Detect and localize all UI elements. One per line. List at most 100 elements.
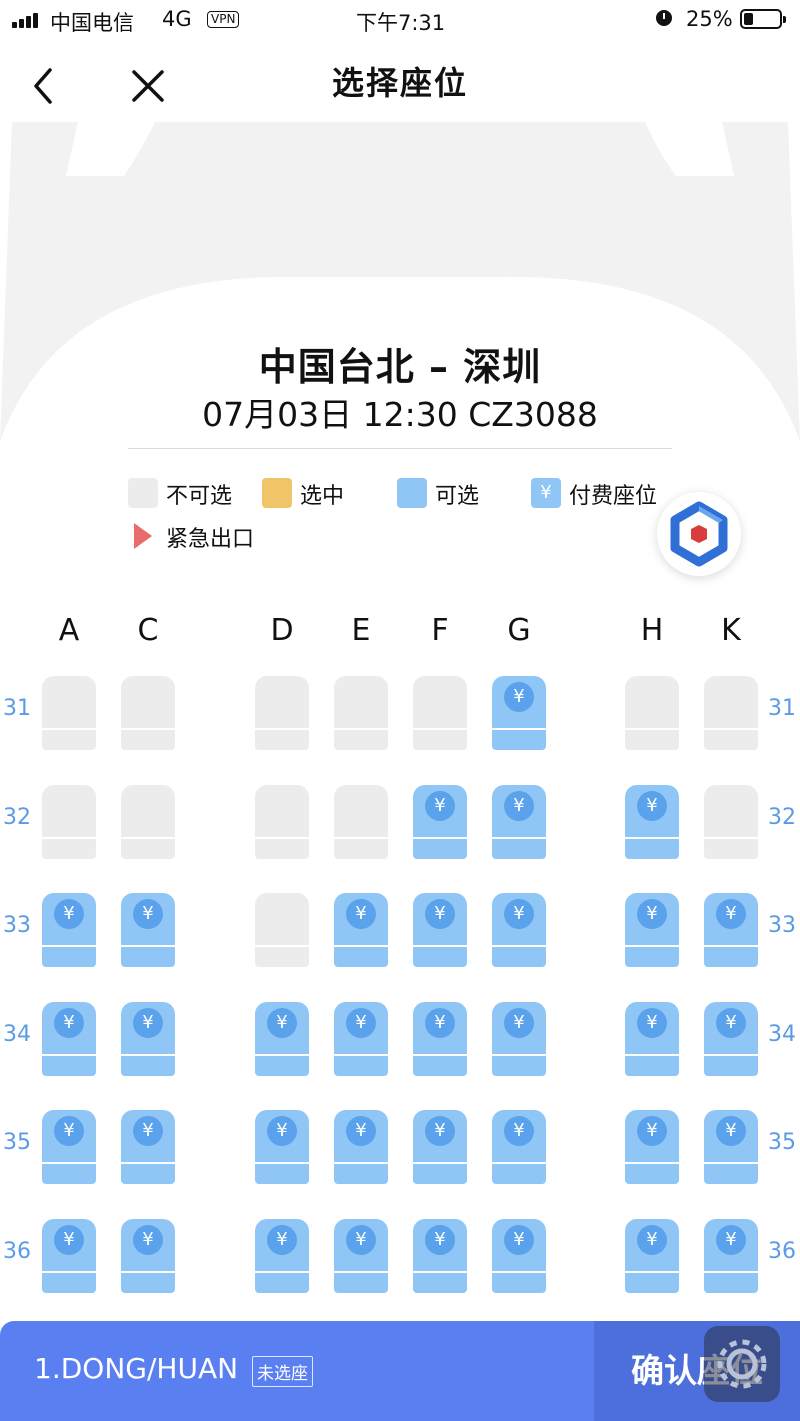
- seat-34e[interactable]: ¥: [334, 1002, 388, 1076]
- seat-35a[interactable]: ¥: [42, 1110, 96, 1184]
- seat-31k: [704, 676, 758, 750]
- seat-32a: [42, 785, 96, 859]
- seat-33f[interactable]: ¥: [413, 893, 467, 967]
- column-label-h: H: [640, 613, 664, 648]
- seat-31a: [42, 676, 96, 750]
- row-label-left: 31: [3, 696, 31, 721]
- seat-31g[interactable]: ¥: [492, 676, 546, 750]
- yen-icon: ¥: [425, 1116, 455, 1146]
- yen-icon: ¥: [425, 1225, 455, 1255]
- yen-icon: ¥: [531, 478, 561, 508]
- yen-icon: ¥: [716, 1116, 746, 1146]
- legend-available-swatch: [397, 478, 427, 508]
- seat-33c[interactable]: ¥: [121, 893, 175, 967]
- seat-34g[interactable]: ¥: [492, 1002, 546, 1076]
- yen-icon: ¥: [504, 1008, 534, 1038]
- row-label-left: 34: [3, 1022, 31, 1047]
- seat-33h[interactable]: ¥: [625, 893, 679, 967]
- column-label-g: G: [507, 613, 531, 648]
- carrier-label: 中国电信: [50, 11, 134, 35]
- seat-35g[interactable]: ¥: [492, 1110, 546, 1184]
- seat-33a[interactable]: ¥: [42, 893, 96, 967]
- cabin-outline: [0, 122, 800, 1322]
- signal-icon: [12, 12, 44, 28]
- row-label-right: 33: [768, 913, 796, 938]
- column-label-c: C: [137, 613, 159, 648]
- yen-icon: ¥: [637, 1225, 667, 1255]
- seat-32e: [334, 785, 388, 859]
- divider: [128, 448, 672, 449]
- seat-36d[interactable]: ¥: [255, 1219, 309, 1293]
- yen-icon: ¥: [637, 1116, 667, 1146]
- seat-35f[interactable]: ¥: [413, 1110, 467, 1184]
- seat-36c[interactable]: ¥: [121, 1219, 175, 1293]
- yen-icon: ¥: [716, 1225, 746, 1255]
- battery-icon: [740, 9, 786, 29]
- page-title: 选择座位: [331, 64, 468, 102]
- yen-icon: ¥: [425, 1008, 455, 1038]
- yen-icon: ¥: [637, 899, 667, 929]
- floating-action-button[interactable]: [657, 492, 741, 576]
- row-label-right: 35: [768, 1130, 796, 1155]
- seat-34k[interactable]: ¥: [704, 1002, 758, 1076]
- battery-percent: 25%: [686, 7, 733, 31]
- yen-icon: ¥: [504, 1116, 534, 1146]
- seat-32h[interactable]: ¥: [625, 785, 679, 859]
- settings-overlay-button[interactable]: [704, 1326, 780, 1402]
- seat-36f[interactable]: ¥: [413, 1219, 467, 1293]
- row-label-left: 36: [3, 1239, 31, 1264]
- seat-36e[interactable]: ¥: [334, 1219, 388, 1293]
- row-label-right: 32: [768, 805, 796, 830]
- column-label-a: A: [58, 613, 80, 648]
- seat-36k[interactable]: ¥: [704, 1219, 758, 1293]
- yen-icon: ¥: [133, 1225, 163, 1255]
- column-label-f: F: [431, 613, 449, 648]
- passenger-name[interactable]: 1.DONG/HUAN: [34, 1352, 238, 1385]
- yen-icon: ¥: [425, 791, 455, 821]
- seat-36g[interactable]: ¥: [492, 1219, 546, 1293]
- yen-icon: ¥: [346, 1225, 376, 1255]
- yen-icon: ¥: [425, 899, 455, 929]
- seat-35k[interactable]: ¥: [704, 1110, 758, 1184]
- seat-32d: [255, 785, 309, 859]
- yen-icon: ¥: [637, 1008, 667, 1038]
- seat-34a[interactable]: ¥: [42, 1002, 96, 1076]
- seat-35h[interactable]: ¥: [625, 1110, 679, 1184]
- seat-33d: [255, 893, 309, 967]
- seat-31e: [334, 676, 388, 750]
- gear-icon: [717, 1339, 767, 1389]
- exit-arrow-icon: [134, 523, 152, 549]
- seat-33k[interactable]: ¥: [704, 893, 758, 967]
- legend-selected-swatch: [262, 478, 292, 508]
- column-label-k: K: [721, 613, 741, 648]
- seat-34d[interactable]: ¥: [255, 1002, 309, 1076]
- seat-36h[interactable]: ¥: [625, 1219, 679, 1293]
- seat-32f[interactable]: ¥: [413, 785, 467, 859]
- row-label-right: 31: [768, 696, 796, 721]
- seat-34h[interactable]: ¥: [625, 1002, 679, 1076]
- column-label-e: E: [351, 613, 371, 648]
- yen-icon: ¥: [504, 1225, 534, 1255]
- row-label-right: 36: [768, 1239, 796, 1264]
- seat-32g[interactable]: ¥: [492, 785, 546, 859]
- seat-36a[interactable]: ¥: [42, 1219, 96, 1293]
- yen-icon: ¥: [54, 899, 84, 929]
- seat-35e[interactable]: ¥: [334, 1110, 388, 1184]
- yen-icon: ¥: [133, 1116, 163, 1146]
- status-bar: 中国电信 4G VPN 下午7:31 25%: [0, 0, 800, 40]
- legend-selected-label: 选中: [300, 484, 345, 509]
- yen-icon: ¥: [54, 1008, 84, 1038]
- clock: 下午7:31: [356, 11, 446, 35]
- seat-34f[interactable]: ¥: [413, 1002, 467, 1076]
- seat-31h: [625, 676, 679, 750]
- seat-33g[interactable]: ¥: [492, 893, 546, 967]
- seat-31c: [121, 676, 175, 750]
- seat-34c[interactable]: ¥: [121, 1002, 175, 1076]
- yen-icon: ¥: [267, 1008, 297, 1038]
- yen-icon: ¥: [346, 1008, 376, 1038]
- seat-35d[interactable]: ¥: [255, 1110, 309, 1184]
- seat-35c[interactable]: ¥: [121, 1110, 175, 1184]
- yen-icon: ¥: [346, 899, 376, 929]
- seat-33e[interactable]: ¥: [334, 893, 388, 967]
- legend-unavailable-swatch: [128, 478, 158, 508]
